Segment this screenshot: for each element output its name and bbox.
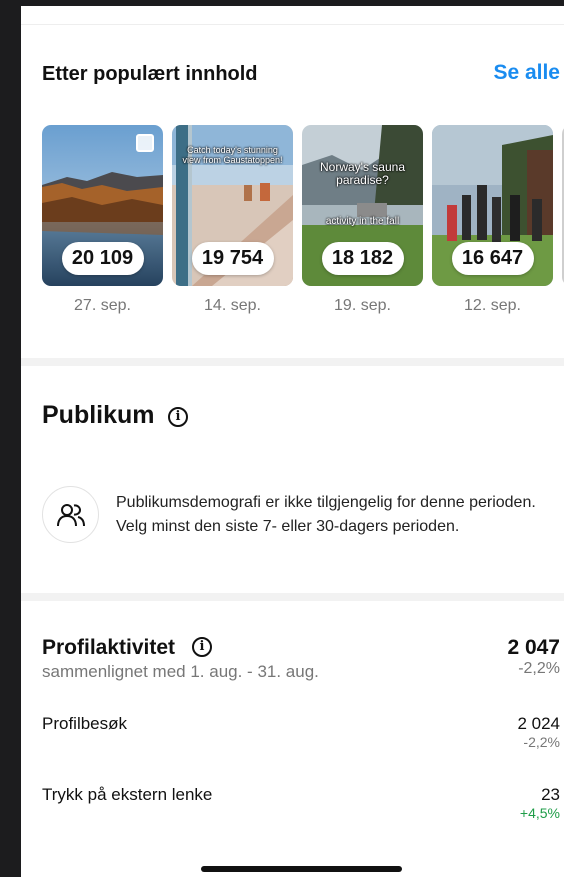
profile-visits-count: 2 024 — [517, 714, 560, 733]
info-icon[interactable]: i — [168, 407, 188, 427]
multiple-posts-icon — [136, 134, 154, 152]
post-date: 12. sep. — [464, 297, 521, 314]
section-divider — [21, 593, 564, 601]
caption-overlay: Norway's sauna paradise? — [320, 160, 405, 187]
views-count: 16 647 — [451, 242, 534, 275]
content-thumbnail[interactable]: Catch today's stunning view from Gaustat… — [172, 125, 293, 286]
post-date: 27. sep. — [74, 297, 131, 314]
profile-activity-total: 2 047 -2,2% — [507, 636, 560, 678]
people-icon — [42, 486, 99, 543]
info-icon[interactable]: i — [192, 637, 212, 657]
home-indicator[interactable] — [201, 866, 402, 872]
insights-screen: Etter populært innhold Se alle 20 109 27… — [21, 6, 564, 877]
comparison-period: sammenlignet med 1. aug. - 31. aug. — [42, 662, 319, 681]
profile-activity-title: Profilaktivitet — [42, 636, 176, 659]
external-link-taps-count: 23 — [541, 785, 560, 804]
views-count: 20 109 — [61, 242, 144, 275]
left-edge — [0, 0, 21, 877]
demographics-message: Publikumsdemografi er ikke tilgjengelig … — [116, 494, 536, 535]
external-link-taps-label: Trykk på ekstern lenke — [42, 785, 213, 804]
views-count: 18 182 — [321, 242, 404, 275]
profile-visits-value: 2 024 -2,2% — [517, 714, 560, 750]
total-change: -2,2% — [518, 660, 560, 677]
content-thumbnail[interactable]: Norway's sauna paradise? activity in the… — [302, 125, 423, 286]
popular-content-title: Etter populært innhold — [42, 63, 258, 85]
caption-overlay: Catch today's stunning view from Gaustat… — [182, 145, 283, 165]
profile-visits-change: -2,2% — [523, 734, 560, 750]
audience-title: Publikum — [42, 401, 155, 429]
see-all-link[interactable]: Se alle — [493, 61, 560, 85]
caption-overlay-secondary: activity in the fall — [325, 216, 400, 227]
total-value: 2 047 — [507, 636, 560, 659]
divider — [21, 24, 564, 25]
views-count: 19 754 — [191, 242, 274, 275]
post-date: 19. sep. — [334, 297, 391, 314]
content-thumbnail[interactable]: 16 647 — [432, 125, 553, 286]
popular-content-carousel[interactable]: 20 109 27. sep. Catch today's stunning v… — [42, 125, 564, 325]
profile-visits-label: Profilbesøk — [42, 714, 128, 733]
external-link-taps-value: 23 +4,5% — [520, 785, 560, 821]
section-divider — [21, 358, 564, 366]
content-thumbnail[interactable]: 20 109 — [42, 125, 163, 286]
post-date: 14. sep. — [204, 297, 261, 314]
external-link-taps-change: +4,5% — [519, 805, 560, 821]
